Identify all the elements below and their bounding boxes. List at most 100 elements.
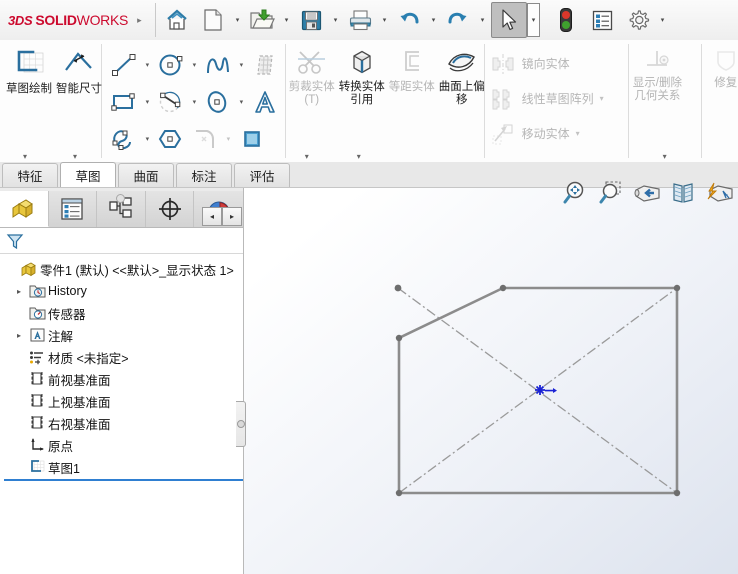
tree-item-origin[interactable]: 原点 [4, 434, 243, 456]
redo-dropdown[interactable]: ▾ [476, 3, 489, 37]
section-view-button[interactable] [666, 177, 700, 209]
circle-tool[interactable] [154, 48, 188, 82]
previous-view-icon [633, 181, 661, 205]
tab-markup[interactable]: 标注 [176, 163, 232, 187]
fm-nav-next-button[interactable]: ▸ [222, 207, 242, 226]
text-tool[interactable] [248, 85, 282, 119]
convert-entities-button[interactable]: 转换实体引用 [337, 42, 387, 116]
polygon-tool[interactable] [154, 122, 188, 156]
arc-tool-dropdown[interactable]: ▾ [188, 85, 201, 119]
ellipse-tool[interactable] [201, 85, 235, 119]
rectangle-tool-dropdown[interactable]: ▾ [141, 85, 154, 119]
view-orientation-icon [705, 181, 733, 205]
circle-tool-dropdown[interactable]: ▾ [188, 48, 201, 82]
settings-dropdown[interactable]: ▾ [656, 3, 669, 37]
origin-icon [26, 437, 48, 453]
print-button[interactable] [342, 2, 378, 38]
offset-entities-button[interactable]: 等距实体 [387, 42, 437, 116]
select-tool-dropdown[interactable]: ▾ [527, 3, 540, 37]
sketch-more-caret-icon[interactable]: ▾ [23, 152, 27, 161]
ribbon-group-repair: 修复 [703, 40, 738, 162]
tree-item-sketch1[interactable]: 草图1 [4, 456, 243, 478]
convert-more-caret-icon[interactable]: ▾ [357, 152, 361, 161]
fm-nav-prev-button[interactable]: ◂ [202, 207, 222, 226]
rectangle-tool[interactable] [107, 85, 141, 119]
previous-view-button[interactable] [630, 177, 664, 209]
tree-item-sensors[interactable]: 传感器 [4, 302, 243, 324]
panel-splitter-handle[interactable] [236, 401, 246, 447]
new-document-dropdown[interactable]: ▾ [231, 3, 244, 37]
tree-item-front-plane[interactable]: 前视基准面 [4, 368, 243, 390]
redo-button[interactable] [440, 2, 476, 38]
spline-tool-dropdown[interactable]: ▾ [235, 48, 248, 82]
fillet-tool-dropdown[interactable]: ▾ [222, 122, 235, 156]
tree-item-material[interactable]: 材质 <未指定> [4, 346, 243, 368]
print-dropdown[interactable]: ▾ [378, 3, 391, 37]
select-tool-button[interactable] [491, 2, 527, 38]
ribbon-pin-dot-icon[interactable] [116, 194, 125, 203]
view-orientation-button[interactable] [702, 177, 736, 209]
undo-dropdown[interactable]: ▾ [427, 3, 440, 37]
dimension-more-caret-icon[interactable]: ▾ [73, 152, 77, 161]
annotations-expander[interactable]: ▸ [12, 331, 26, 340]
shaded-area-tool[interactable] [235, 122, 269, 156]
open-document-dropdown[interactable]: ▾ [280, 3, 293, 37]
vertex-bottom-right [674, 490, 680, 496]
arc-tool[interactable] [154, 85, 188, 119]
view-toolbar [558, 176, 736, 210]
home-button[interactable] [159, 2, 195, 38]
move-entities-dropdown[interactable]: ▾ [576, 129, 588, 138]
linear-sketch-pattern-item[interactable]: 线性草图阵列 ▾ [486, 81, 612, 116]
offset-on-surface-button[interactable]: 曲面上偏移 [437, 42, 487, 116]
slot-tool[interactable] [107, 122, 141, 156]
undo-button[interactable] [391, 2, 427, 38]
slot-tool-dropdown[interactable]: ▾ [141, 122, 154, 156]
display-style-button[interactable] [584, 2, 620, 38]
save-button[interactable] [293, 2, 329, 38]
tree-item-history[interactable]: ▸ History [4, 280, 243, 302]
trim-more-caret-icon[interactable]: ▾ [305, 152, 309, 161]
convert-entities-label: 转换实体引用 [337, 81, 387, 107]
trim-entities-button[interactable]: 剪裁实体(T) [287, 42, 337, 116]
tab-surfaces[interactable]: 曲面 [118, 163, 174, 187]
zoom-to-fit-button[interactable] [558, 177, 592, 209]
feature-tree-filter[interactable] [0, 228, 243, 254]
solidworks-logo[interactable]: 3DS SOLID WORKS ▸ [0, 1, 152, 39]
ribbon-toolbar: 草图绘制 智能尺寸 ▾ ▾ [0, 40, 738, 163]
mirror-entities-label: 镜向实体 [522, 55, 570, 72]
fm-tab-property-manager[interactable] [49, 191, 98, 227]
tab-sketch[interactable]: 草图 [60, 162, 116, 187]
tree-item-top-plane[interactable]: 上视基准面 [4, 390, 243, 412]
zoom-to-area-button[interactable] [594, 177, 628, 209]
save-dropdown[interactable]: ▾ [329, 3, 342, 37]
ellipse-tool-dropdown[interactable]: ▾ [235, 85, 248, 119]
line-tool[interactable] [107, 48, 141, 82]
smart-dimension-button[interactable]: 智能尺寸 [54, 42, 104, 116]
tree-item-part[interactable]: 零件1 (默认) <<默认>_显示状态 1> [4, 258, 243, 280]
spline-tool[interactable] [201, 48, 235, 82]
move-entities-item[interactable]: 移动实体 ▾ [486, 116, 588, 151]
fm-tab-dimxpert-manager[interactable] [146, 191, 195, 227]
fillet-tool[interactable] [188, 122, 222, 156]
mirror-entities-item[interactable]: 镜向实体 [486, 46, 570, 81]
history-expander[interactable]: ▸ [12, 287, 26, 296]
display-delete-relations-button[interactable]: 显示/删除几何关系 [629, 42, 685, 116]
tab-evaluate[interactable]: 评估 [234, 163, 290, 187]
rebuild-button[interactable] [548, 2, 584, 38]
sketch-button[interactable]: 草图绘制 [4, 42, 54, 116]
tab-features[interactable]: 特征 [2, 163, 58, 187]
repair-sketch-button[interactable]: 修复 [703, 42, 738, 116]
tree-item-right-plane[interactable]: 右视基准面 [4, 412, 243, 434]
open-document-button[interactable] [244, 2, 280, 38]
settings-button[interactable] [620, 2, 656, 38]
menu-expand-caret-icon[interactable]: ▸ [137, 15, 142, 26]
plane-icon [26, 371, 48, 387]
relations-more-caret-icon[interactable]: ▾ [663, 152, 667, 161]
fm-tab-feature-tree[interactable] [0, 191, 49, 227]
tree-item-annotations[interactable]: ▸ 注解 [4, 324, 243, 346]
line-tool-dropdown[interactable]: ▾ [141, 48, 154, 82]
trim-corner-tool[interactable] [248, 48, 282, 82]
new-document-button[interactable] [195, 2, 231, 38]
tree-item-right-plane-label: 右视基准面 [48, 414, 111, 433]
linear-pattern-dropdown[interactable]: ▾ [600, 94, 612, 103]
